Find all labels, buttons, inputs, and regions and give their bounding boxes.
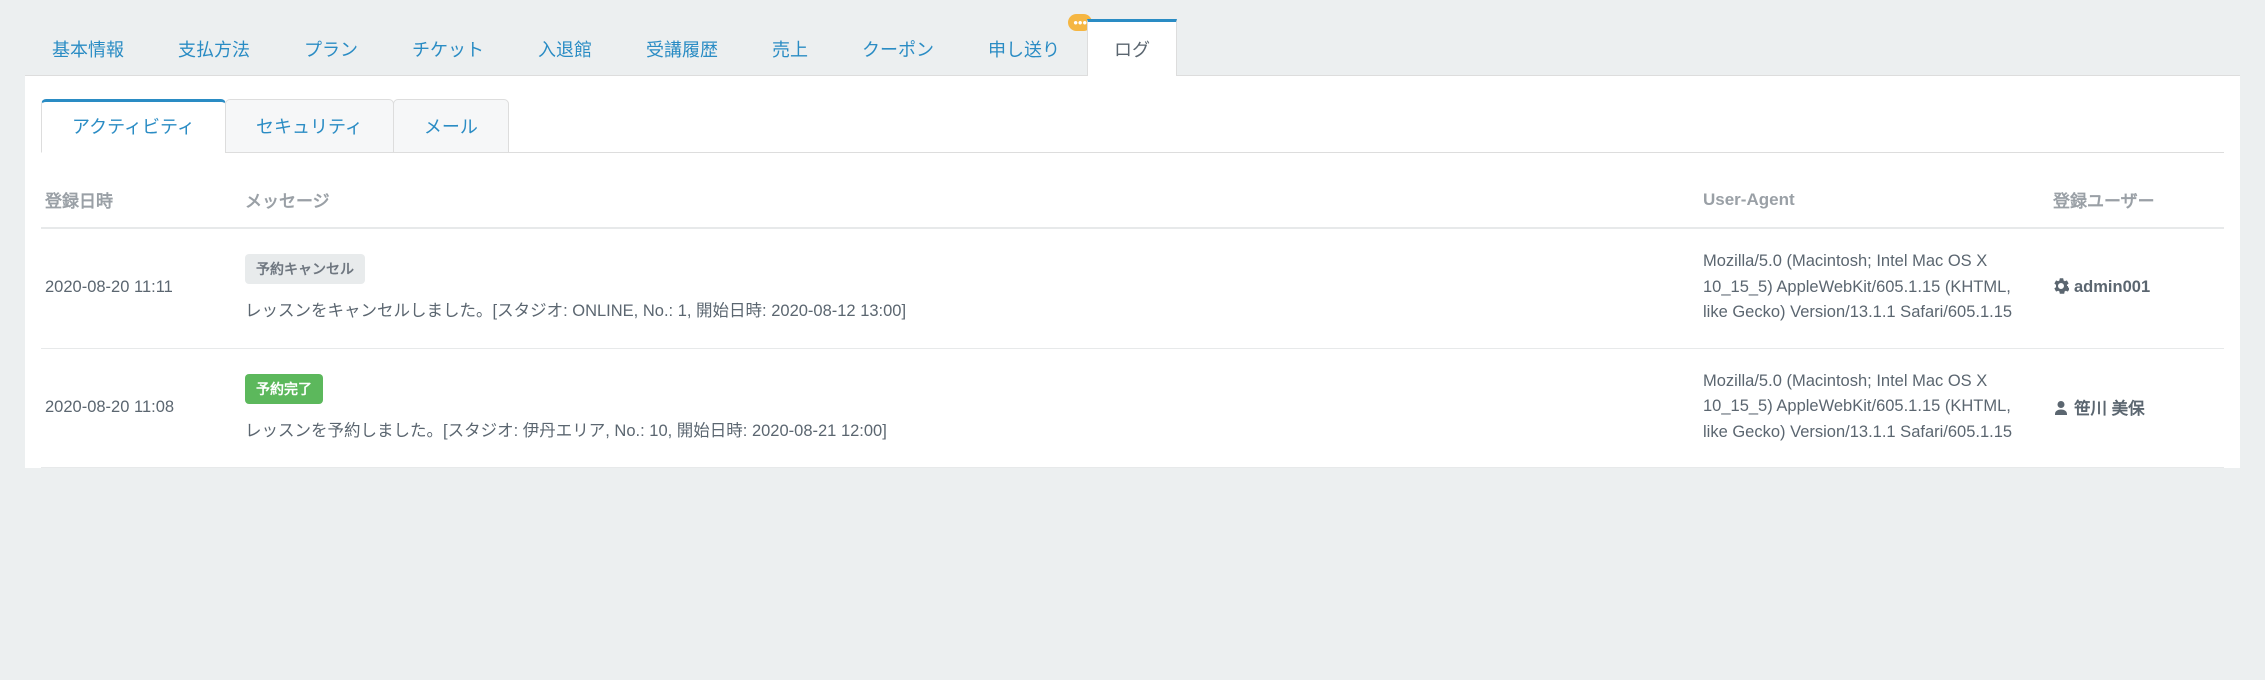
cell-date: 2020-08-20 11:11 — [41, 228, 241, 348]
tab-label: 基本情報 — [52, 40, 124, 60]
subtab-label: メール — [424, 117, 478, 137]
th-message: メッセージ — [241, 181, 1699, 228]
table-row: 2020-08-20 11:08 予約完了 レッスンを予約しました。[スタジオ:… — [41, 348, 2224, 468]
message-text: レッスンを予約しました。[スタジオ: 伊丹エリア, No.: 10, 開始日時:… — [245, 422, 887, 440]
cell-message: 予約完了 レッスンを予約しました。[スタジオ: 伊丹エリア, No.: 10, … — [241, 348, 1699, 468]
subtab-activity[interactable]: アクティビティ — [41, 99, 226, 153]
tab-log[interactable]: ログ — [1087, 19, 1177, 76]
tab-coupon[interactable]: クーポン — [835, 19, 961, 76]
subtab-mail[interactable]: メール — [393, 99, 509, 153]
tab-entry[interactable]: 入退館 — [511, 19, 619, 76]
tab-label: 申し送り — [988, 40, 1060, 60]
status-badge: 予約完了 — [245, 374, 323, 404]
user-name: admin001 — [2074, 278, 2150, 296]
cell-date: 2020-08-20 11:08 — [41, 348, 241, 468]
tab-label: クーポン — [862, 40, 934, 60]
tab-plan[interactable]: プラン — [277, 19, 385, 76]
gear-icon — [2053, 278, 2069, 294]
tab-label: チケット — [412, 40, 484, 60]
tab-label: ログ — [1114, 40, 1150, 60]
cell-user-agent: Mozilla/5.0 (Macintosh; Intel Mac OS X 1… — [1699, 228, 2049, 348]
user-icon — [2053, 400, 2069, 416]
subtab-label: セキュリティ — [256, 117, 363, 137]
tab-notes[interactable]: 申し送り ••• — [961, 19, 1087, 76]
user-name: 笹川 美保 — [2074, 400, 2145, 418]
tab-history[interactable]: 受講履歴 — [619, 19, 745, 76]
log-table: 登録日時 メッセージ User-Agent 登録ユーザー 2020-08-20 … — [41, 181, 2224, 468]
table-row: 2020-08-20 11:11 予約キャンセル レッスンをキャンセルしました。… — [41, 228, 2224, 348]
tab-label: 支払方法 — [178, 40, 250, 60]
cell-message: 予約キャンセル レッスンをキャンセルしました。[スタジオ: ONLINE, No… — [241, 228, 1699, 348]
cell-user: 笹川 美保 — [2049, 348, 2224, 468]
message-text: レッスンをキャンセルしました。[スタジオ: ONLINE, No.: 1, 開始… — [245, 302, 906, 320]
status-badge: 予約キャンセル — [245, 254, 365, 284]
tab-ticket[interactable]: チケット — [385, 19, 511, 76]
th-date: 登録日時 — [41, 181, 241, 228]
sub-tabs: アクティビティ セキュリティ メール — [41, 98, 2224, 153]
th-user: 登録ユーザー — [2049, 181, 2224, 228]
tab-label: 受講履歴 — [646, 40, 718, 60]
cell-user-agent: Mozilla/5.0 (Macintosh; Intel Mac OS X 1… — [1699, 348, 2049, 468]
tab-basic-info[interactable]: 基本情報 — [25, 19, 151, 76]
tab-label: プラン — [304, 40, 358, 60]
subtab-label: アクティビティ — [72, 117, 195, 137]
th-user-agent: User-Agent — [1699, 181, 2049, 228]
cell-user: admin001 — [2049, 228, 2224, 348]
tab-label: 売上 — [772, 40, 808, 60]
tab-sales[interactable]: 売上 — [745, 19, 835, 76]
subtab-security[interactable]: セキュリティ — [225, 99, 394, 153]
tab-label: 入退館 — [538, 40, 592, 60]
main-tabs: 基本情報 支払方法 プラン チケット 入退館 受講履歴 売上 クーポン 申し送り… — [25, 19, 2240, 76]
tab-payment[interactable]: 支払方法 — [151, 19, 277, 76]
log-panel: アクティビティ セキュリティ メール 登録日時 メッセージ User-Agent… — [25, 75, 2240, 468]
